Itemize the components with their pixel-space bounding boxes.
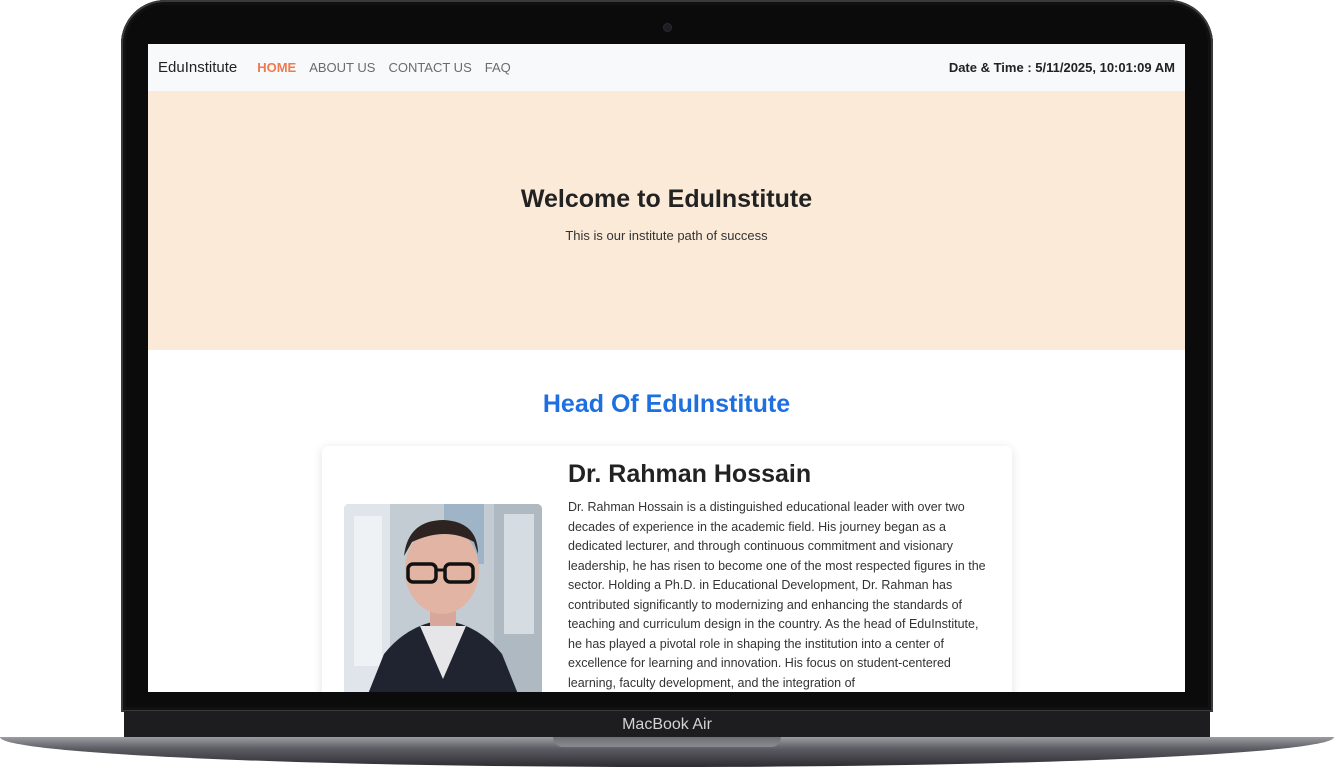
profile-photo <box>344 504 542 692</box>
hero-subtitle: This is our institute path of success <box>565 228 768 243</box>
camera-icon <box>664 24 671 31</box>
profile-name: Dr. Rahman Hossain <box>568 460 812 488</box>
brand-logo[interactable]: EduInstitute <box>158 59 237 76</box>
navbar: EduInstitute HOME ABOUT US CONTACT US FA… <box>148 44 1185 91</box>
person-portrait-icon <box>344 504 542 692</box>
profile-text: Dr. Rahman Hossain Dr. Rahman Hossain is… <box>568 460 992 692</box>
hero-banner: Welcome to EduInstitute This is our inst… <box>148 91 1185 350</box>
nav-link-about-us[interactable]: ABOUT US <box>309 60 375 75</box>
nav-link-home[interactable]: HOME <box>257 60 296 75</box>
device-label: MacBook Air <box>622 716 712 733</box>
profile-bio: Dr. Rahman Hossain is a distinguished ed… <box>568 500 986 690</box>
hero-title: Welcome to EduInstitute <box>520 185 813 213</box>
section-title: Head Of EduInstitute <box>542 390 791 418</box>
nav-link-faq[interactable]: FAQ <box>485 60 511 75</box>
datetime-display: Date & Time : 5/11/2025, 10:01:09 AM <box>948 60 1175 75</box>
browser-viewport: EduInstitute HOME ABOUT US CONTACT US FA… <box>148 44 1185 692</box>
laptop-notch <box>553 737 781 747</box>
laptop-chin: MacBook Air <box>124 711 1210 739</box>
head-profile-card: Dr. Rahman Hossain Dr. Rahman Hossain is… <box>322 446 1012 692</box>
nav-link-contact-us[interactable]: CONTACT US <box>388 60 471 75</box>
